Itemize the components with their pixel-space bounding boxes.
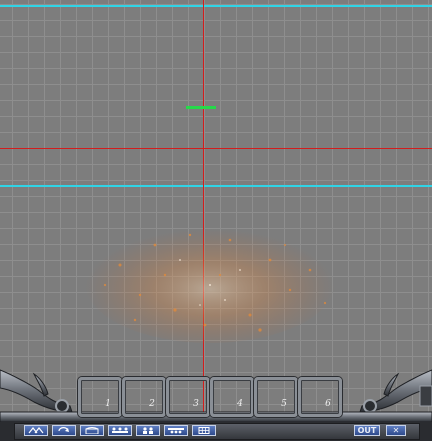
cyan-guide-line-middle: [0, 185, 432, 187]
out-button[interactable]: OUT: [354, 425, 380, 436]
rotate-icon: [58, 427, 69, 432]
up-arrows-icon: [28, 427, 44, 434]
close-button[interactable]: ✕: [386, 425, 406, 436]
skill-slot-number: 6: [325, 399, 331, 409]
particle-effect-sprite: [85, 223, 335, 343]
skill-slot-6[interactable]: [298, 377, 342, 417]
group-icon: [168, 428, 184, 434]
grid-button[interactable]: [192, 425, 216, 436]
red-crosshair-horizontal: [0, 148, 432, 149]
skill-slot-5[interactable]: [254, 377, 298, 417]
skill-slot-4[interactable]: [210, 377, 254, 417]
chest-button[interactable]: [80, 425, 104, 436]
skill-slot-number: 3: [193, 399, 199, 409]
skill-slot-number: 5: [281, 399, 287, 409]
skill-slot-number: 1: [105, 399, 111, 409]
green-position-marker: [186, 106, 216, 109]
skill-slot-3[interactable]: [166, 377, 210, 417]
cyan-guide-line-top: [0, 5, 432, 7]
group-button[interactable]: [164, 425, 188, 436]
chest-icon: [85, 427, 99, 434]
skill-slot-2[interactable]: [122, 377, 166, 417]
party-icon: [112, 427, 128, 433]
skill-slot-1[interactable]: [78, 377, 122, 417]
skill-slot-number: 2: [149, 399, 155, 409]
up-arrows-button[interactable]: [24, 425, 48, 436]
grid-icon: [198, 427, 210, 434]
skill-slot-number: 4: [237, 399, 243, 409]
rotate-button[interactable]: [52, 425, 76, 436]
users-icon: [143, 427, 153, 434]
party-button[interactable]: [108, 425, 132, 436]
users-button[interactable]: [136, 425, 160, 436]
